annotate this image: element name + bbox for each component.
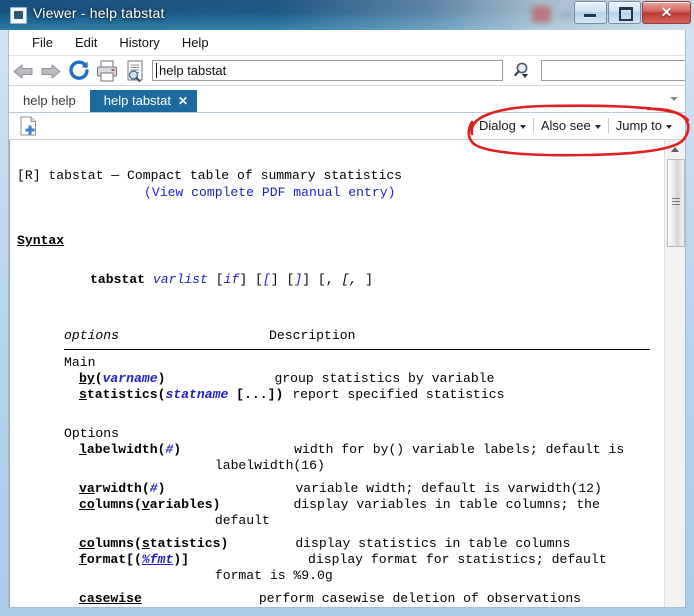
navigation-toolbar: help tabstat: [9, 56, 685, 86]
search-input[interactable]: [541, 60, 685, 81]
option-columns-variables-desc2: default: [207, 513, 270, 529]
chevron-down-icon: [594, 125, 601, 129]
refresh-icon: [69, 59, 89, 80]
syntax-in[interactable]: [: [263, 272, 271, 287]
option-columns-statistics-desc: display statistics in table columns: [295, 535, 571, 551]
back-button[interactable]: [9, 58, 37, 84]
menu-history[interactable]: History: [108, 33, 170, 52]
jump-to-label: Jump to: [615, 118, 662, 133]
description-column-header: Description: [269, 328, 356, 344]
menu-file[interactable]: File: [21, 33, 64, 52]
dialog-label: Dialog: [479, 118, 516, 133]
print-preview-button[interactable]: [121, 58, 149, 84]
help-toolbar-buttons: Dialog Also see Jump to: [472, 115, 679, 136]
close-button[interactable]: ✕: [642, 1, 691, 24]
maximize-icon: [609, 2, 640, 23]
help-content-area: [R] tabstat — Compact table of summary s…: [9, 140, 685, 607]
syntax-command: tabstat: [90, 271, 146, 287]
chevron-down-icon: [519, 125, 526, 129]
option-labelwidth[interactable]: labelwidth(#): [79, 442, 181, 457]
option-columns-statistics[interactable]: columns(statistics): [79, 536, 228, 551]
window-title: Viewer - help tabstat: [33, 5, 165, 21]
text-caret: [156, 63, 157, 78]
tab-bar: help help help tabstat ✕: [9, 86, 685, 113]
help-toolbar: Dialog Also see Jump to: [9, 113, 685, 140]
title-bar[interactable]: Viewer - help tabstat ✕: [0, 0, 694, 30]
address-bar[interactable]: help tabstat: [152, 60, 503, 81]
option-statistics-desc: report specified statistics: [292, 387, 505, 403]
option-by-desc: group statistics by variable: [274, 370, 495, 386]
option-format-desc: display format for statistics; default: [308, 551, 607, 567]
help-document: [R] tabstat — Compact table of summary s…: [17, 140, 658, 607]
vertical-scrollbar[interactable]: [664, 140, 685, 607]
option-by[interactable]: by(varname): [79, 371, 165, 386]
scroll-up-icon[interactable]: [665, 140, 685, 158]
back-arrow-icon: [13, 64, 33, 78]
also-see-button[interactable]: Also see: [534, 117, 608, 134]
forward-button[interactable]: [37, 58, 65, 84]
close-icon: ✕: [660, 4, 673, 20]
options-column-header: options: [64, 328, 120, 344]
tab-close-icon[interactable]: ✕: [178, 90, 188, 112]
chevron-down-icon[interactable]: [670, 97, 678, 101]
refresh-button[interactable]: [65, 58, 93, 84]
tab-help-tabstat[interactable]: help tabstat ✕: [89, 90, 198, 112]
option-labelwidth-desc: width for by() variable labels; default …: [294, 442, 625, 458]
scroll-thumb-grip: [672, 198, 680, 205]
help-title-prefix: [R] tabstat: [17, 168, 104, 184]
syntax-weight[interactable]: ]: [294, 272, 302, 287]
help-title-dash: —: [111, 168, 120, 184]
search-dropdown-icon: [514, 62, 528, 78]
address-value: help tabstat: [159, 63, 227, 78]
option-casewise[interactable]: casewise: [79, 591, 142, 606]
option-labelwidth-desc2: labelwidth(16): [207, 458, 325, 474]
option-statistics[interactable]: statistics(statname [...]): [79, 387, 283, 402]
option-varwidth[interactable]: varwidth(#): [79, 481, 165, 496]
client-area: File Edit History Help help tabstat help…: [8, 30, 686, 608]
option-columns-variables[interactable]: columns(variables): [79, 497, 220, 512]
scroll-thumb[interactable]: [667, 159, 685, 247]
content-left-border: [9, 140, 10, 607]
tab-help-help[interactable]: help help: [9, 90, 90, 112]
print-icon: [97, 60, 117, 81]
jump-to-button[interactable]: Jump to: [609, 117, 679, 134]
viewer-icon: [10, 7, 27, 24]
forward-arrow-icon: [41, 64, 61, 78]
pdf-manual-link[interactable]: (View complete PDF manual entry): [144, 185, 395, 200]
option-format-desc2: format is %9.0g: [207, 568, 333, 584]
dialog-button[interactable]: Dialog: [472, 117, 533, 134]
section-main-label: Main: [64, 354, 96, 370]
option-casewise-desc: perform casewise deletion of observation…: [258, 590, 582, 606]
minimize-button[interactable]: [574, 1, 607, 24]
search-dropdown-button[interactable]: [510, 58, 540, 84]
minimize-icon: [575, 2, 606, 23]
menu-bar: File Edit History Help: [9, 30, 685, 56]
maximize-button[interactable]: [608, 1, 641, 24]
tab-label: help tabstat: [103, 93, 171, 108]
help-title-line: [R] tabstat — Compact table of summary s…: [17, 168, 402, 183]
also-see-label: Also see: [540, 118, 591, 133]
syntax-varlist[interactable]: varlist: [153, 272, 208, 287]
chevron-down-icon: [666, 125, 672, 129]
syntax-options: [,: [341, 271, 366, 287]
syntax-heading: Syntax: [17, 233, 65, 249]
document-search-icon: [127, 60, 143, 82]
menu-edit[interactable]: Edit: [64, 33, 108, 52]
print-button[interactable]: [93, 58, 121, 84]
syntax-if[interactable]: if: [224, 272, 240, 287]
new-document-icon[interactable]: [18, 116, 40, 137]
option-varwidth-desc: variable width; default is varwidth(12): [295, 480, 602, 496]
menu-help[interactable]: Help: [171, 33, 220, 52]
blurred-overlay-artifact-2: [560, 12, 572, 19]
blurred-overlay-artifact: [532, 6, 551, 23]
section-options-label: Options: [64, 425, 120, 441]
option-format[interactable]: format[(%fmt)]: [79, 552, 189, 567]
window-controls: ✕: [573, 1, 691, 24]
viewer-window: Viewer - help tabstat ✕ File Edit Histor…: [0, 0, 694, 616]
help-title-desc: Compact table of summary statistics: [127, 168, 403, 184]
option-columns-variables-desc: display variables in table columns; the: [293, 497, 600, 513]
